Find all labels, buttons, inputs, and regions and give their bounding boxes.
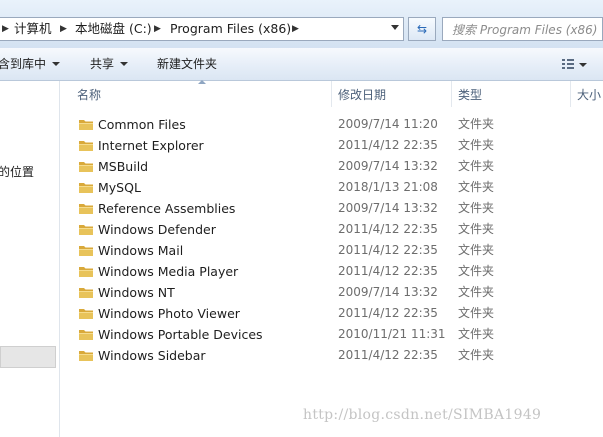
file-name: MSBuild [98, 159, 149, 174]
file-row[interactable]: Windows NT 2009/7/14 13:32 文件夹 [61, 282, 603, 303]
folder-icon [79, 225, 93, 235]
file-name: MySQL [98, 180, 141, 195]
file-row[interactable]: Reference Assemblies 2009/7/14 13:32 文件夹 [61, 198, 603, 219]
file-name: Windows Portable Devices [98, 327, 263, 342]
column-name[interactable]: 名称 [77, 87, 101, 103]
file-row[interactable]: MSBuild 2009/7/14 13:32 文件夹 [61, 156, 603, 177]
chevron-down-icon [120, 62, 129, 66]
breadcrumb-separator-icon[interactable]: ▶ [154, 21, 161, 37]
file-name: Windows Mail [98, 243, 184, 258]
file-type: 文件夹 [458, 243, 495, 257]
breadcrumb-separator-icon[interactable]: ▶ [2, 21, 9, 37]
search-box[interactable] [442, 17, 603, 42]
file-row[interactable]: Windows Portable Devices 2010/11/21 11:31… [61, 324, 603, 345]
file-modified: 2011/4/12 22:35 [338, 138, 438, 152]
breadcrumb-separator-icon[interactable]: ▶ [60, 21, 67, 37]
file-row[interactable]: Windows Photo Viewer 2011/4/12 22:35 文件夹 [61, 303, 603, 324]
new-folder-button[interactable]: 新建文件夹 [157, 56, 217, 72]
file-modified: 2011/4/12 22:35 [338, 222, 438, 236]
folder-icon [79, 162, 93, 172]
refresh-icon: ⇆ [416, 22, 428, 36]
sort-ascending-icon [198, 80, 206, 84]
file-name: Windows Sidebar [98, 348, 206, 363]
file-type: 文件夹 [458, 285, 495, 299]
change-view-button[interactable] [560, 56, 590, 72]
file-name: Windows NT [98, 285, 175, 300]
breadcrumb-separator-icon[interactable]: ▶ [292, 21, 299, 37]
chevron-down-icon [52, 62, 61, 66]
folder-icon [79, 120, 93, 130]
file-row[interactable]: Windows Sidebar 2011/4/12 22:35 文件夹 [61, 345, 603, 366]
file-name: Windows Photo Viewer [98, 306, 240, 321]
search-input[interactable] [443, 18, 603, 42]
file-modified: 2009/7/14 13:32 [338, 201, 438, 215]
file-modified: 2009/7/14 11:20 [338, 117, 438, 131]
file-name: Common Files [98, 117, 186, 132]
file-type: 文件夹 [458, 159, 495, 173]
column-header: 名称 修改日期 类型 大小 [61, 80, 603, 107]
column-divider[interactable] [451, 81, 452, 107]
folder-icon [79, 183, 93, 193]
refresh-button[interactable]: ⇆ [408, 17, 436, 41]
file-modified: 2011/4/12 22:35 [338, 348, 438, 362]
file-modified: 2011/4/12 22:35 [338, 264, 438, 278]
share-button[interactable]: 共享 [90, 56, 129, 72]
column-size[interactable]: 大小 [577, 87, 601, 103]
file-type: 文件夹 [458, 138, 495, 152]
file-modified: 2009/7/14 13:32 [338, 159, 438, 173]
column-type[interactable]: 类型 [458, 87, 482, 103]
file-type: 文件夹 [458, 222, 495, 236]
nav-item-location[interactable]: 的位置 [0, 163, 34, 180]
file-type: 文件夹 [458, 180, 495, 194]
file-row[interactable]: Windows Media Player 2011/4/12 22:35 文件夹 [61, 261, 603, 282]
file-name: Internet Explorer [98, 138, 204, 153]
folder-icon [79, 288, 93, 298]
file-type: 文件夹 [458, 264, 495, 278]
folder-icon [79, 246, 93, 256]
navigation-pane[interactable]: 的位置 [0, 81, 60, 437]
command-toolbar: 含到库中 共享 新建文件夹 [0, 48, 603, 81]
address-bar[interactable]: ▶ 计算机 ▶ 本地磁盘 (C:) ▶ Program Files (x86) … [0, 17, 404, 41]
breadcrumb-local-disk[interactable]: 本地磁盘 (C:) [75, 21, 152, 37]
share-label: 共享 [90, 57, 115, 71]
nav-item-selected[interactable] [0, 346, 56, 368]
file-row[interactable]: MySQL 2018/1/13 21:08 文件夹 [61, 177, 603, 198]
breadcrumb-program-files[interactable]: Program Files (x86) [170, 21, 291, 37]
folder-icon [79, 204, 93, 214]
address-history-dropdown-icon[interactable] [391, 25, 399, 30]
breadcrumb-computer[interactable]: 计算机 [14, 21, 52, 37]
file-row[interactable]: Common Files 2009/7/14 11:20 文件夹 [61, 114, 603, 135]
folder-icon [79, 330, 93, 340]
file-row[interactable]: Windows Defender 2011/4/12 22:35 文件夹 [61, 219, 603, 240]
file-row[interactable]: Internet Explorer 2011/4/12 22:35 文件夹 [61, 135, 603, 156]
file-name: Reference Assemblies [98, 201, 236, 216]
file-type: 文件夹 [458, 348, 495, 362]
folder-icon [79, 309, 93, 319]
file-type: 文件夹 [458, 117, 495, 131]
watermark-text: http://blog.csdn.net/SIMBA1949 [303, 407, 542, 423]
include-in-library-label: 含到库中 [0, 57, 47, 71]
folder-icon [79, 267, 93, 277]
file-modified: 2010/11/21 11:31 [338, 327, 446, 341]
column-divider[interactable] [570, 81, 571, 107]
folder-icon [79, 351, 93, 361]
file-name: Windows Defender [98, 222, 216, 237]
file-modified: 2011/4/12 22:35 [338, 306, 438, 320]
folder-icon [79, 141, 93, 151]
column-modified[interactable]: 修改日期 [338, 87, 386, 103]
include-in-library-button[interactable]: 含到库中 [0, 56, 61, 72]
file-modified: 2018/1/13 21:08 [338, 180, 438, 194]
column-divider[interactable] [331, 81, 332, 107]
file-row[interactable]: Windows Mail 2011/4/12 22:35 文件夹 [61, 240, 603, 261]
file-modified: 2011/4/12 22:35 [338, 243, 438, 257]
file-type: 文件夹 [458, 327, 495, 341]
file-type: 文件夹 [458, 306, 495, 320]
file-name: Windows Media Player [98, 264, 239, 279]
file-modified: 2009/7/14 13:32 [338, 285, 438, 299]
file-type: 文件夹 [458, 201, 495, 215]
view-options-icon [562, 59, 587, 69]
